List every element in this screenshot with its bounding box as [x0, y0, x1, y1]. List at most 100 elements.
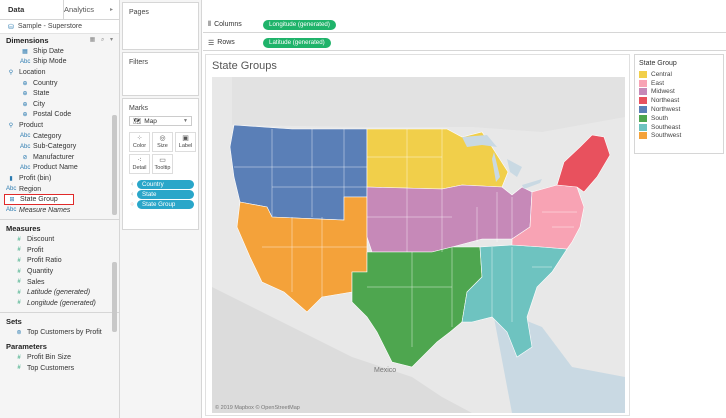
- detail-icon: ⁖: [130, 191, 134, 198]
- tab-data[interactable]: Data: [0, 0, 64, 19]
- detail-icon: ⁖: [137, 157, 142, 164]
- legend-label: South: [651, 114, 668, 122]
- field-city[interactable]: ⊕ City: [0, 99, 119, 110]
- field-country[interactable]: ⊕ Country: [0, 78, 119, 89]
- rows-label: ☰ Rows: [203, 39, 263, 47]
- dimensions-title: Dimensions: [6, 35, 49, 45]
- field-profit-ratio[interactable]: # Profit Ratio: [0, 256, 119, 267]
- chevron-down-icon: ▼: [183, 118, 188, 124]
- us-map[interactable]: [212, 77, 625, 413]
- field-measure-names[interactable]: Abc Measure Names: [0, 205, 119, 216]
- dimensions-list: ▦ Ship Date Abc Ship Mode ⚲ Location ⊕ Country ⊕…: [0, 46, 119, 216]
- field-product[interactable]: ⚲ Product: [0, 120, 119, 131]
- data-source[interactable]: ⛁ Sample - Superstore: [0, 20, 119, 34]
- data-source-label: Sample - Superstore: [17, 23, 83, 30]
- field-profit-bin[interactable]: ▮ Profit (bin): [0, 173, 119, 184]
- field-sales[interactable]: # Sales: [0, 277, 119, 288]
- legend-swatch: [639, 70, 647, 78]
- legend-item-northwest[interactable]: Northwest: [635, 105, 723, 114]
- field-top-customers[interactable]: # Top Customers: [0, 363, 119, 374]
- map-icon: 🗺: [133, 118, 142, 125]
- field-ship-date[interactable]: ▦ Ship Date: [0, 46, 119, 57]
- pages-card[interactable]: Pages: [122, 2, 199, 50]
- hierarchy-icon: ⚲: [8, 122, 14, 129]
- field-latitude-generated[interactable]: # Latitude (generated): [0, 287, 119, 298]
- detail-button[interactable]: ⁖ Detail: [129, 154, 150, 174]
- field-product-name[interactable]: Abc Product Name: [0, 163, 119, 174]
- legend-item-southeast[interactable]: Southeast: [635, 123, 723, 132]
- field-discount[interactable]: # Discount: [0, 235, 119, 246]
- abc-icon: Abc: [20, 58, 31, 65]
- columns-shelf[interactable]: ⦀ Columns Longitude (generated): [203, 17, 726, 33]
- set-icon: ⊚: [16, 330, 22, 337]
- filters-card[interactable]: Filters: [122, 52, 199, 96]
- mark-pill-country[interactable]: ⁖ Country: [127, 180, 194, 189]
- legend-item-midwest[interactable]: Midwest: [635, 88, 723, 97]
- field-profit[interactable]: # Profit: [0, 245, 119, 256]
- field-ship-mode[interactable]: Abc Ship Mode: [0, 57, 119, 68]
- field-category[interactable]: Abc Category: [0, 131, 119, 142]
- database-icon: ⛁: [8, 23, 14, 31]
- field-label: Top Customers: [27, 364, 75, 372]
- mark-pill-state[interactable]: ⁖ State: [127, 190, 194, 199]
- measures-scrollbar[interactable]: [112, 262, 117, 332]
- state-group-pill[interactable]: State Group: [137, 200, 194, 209]
- longitude-pill[interactable]: Longitude (generated): [263, 19, 336, 30]
- globe-icon: ⊕: [22, 91, 28, 98]
- field-sub-category[interactable]: Abc Sub-Category: [0, 141, 119, 152]
- chevron-down-icon[interactable]: ▸: [110, 6, 113, 13]
- measures-title: Measures: [6, 224, 41, 233]
- latitude-pill[interactable]: Latitude (generated): [263, 37, 331, 48]
- sheet-title[interactable]: State Groups: [212, 60, 277, 72]
- map-credit[interactable]: © 2019 Mapbox © OpenStreetMap: [215, 405, 300, 411]
- abc-icon: Abc: [20, 164, 31, 171]
- mark-pill-state-group[interactable]: ⁘ State Group: [127, 200, 194, 209]
- field-region[interactable]: Abc Region: [0, 184, 119, 195]
- legend-item-southwest[interactable]: Southwest: [635, 132, 723, 141]
- marks-title: Marks: [129, 105, 149, 112]
- country-pill[interactable]: Country: [137, 180, 194, 189]
- field-label: City: [33, 100, 46, 108]
- field-state-group[interactable]: ⊞ State Group: [4, 194, 74, 205]
- field-profit-bin-size[interactable]: # Profit Bin Size: [0, 352, 119, 363]
- abc-icon: Abc: [20, 143, 31, 150]
- label-button[interactable]: ▣ Label: [175, 132, 196, 152]
- mark-type-select[interactable]: 🗺 Map ▼: [129, 116, 192, 126]
- tab-analytics-label: Analytics: [64, 5, 95, 14]
- tab-analytics[interactable]: Analytics ▸: [64, 0, 119, 19]
- color-button-label: Color: [132, 143, 147, 149]
- color-button[interactable]: ⁘ Color: [129, 132, 150, 152]
- size-button[interactable]: ◎ Size: [152, 132, 173, 152]
- field-quantity[interactable]: # Quantity: [0, 266, 119, 277]
- field-postal-code[interactable]: ⊕ Postal Code: [0, 110, 119, 121]
- abc-icon: Abc: [6, 186, 17, 193]
- field-top-customers-by-profit[interactable]: ⊚ Top Customers by Profit: [0, 328, 119, 339]
- field-manufacturer[interactable]: ⊘ Manufacturer: [0, 152, 119, 163]
- legend-swatch: [639, 114, 647, 122]
- mark-buttons: ⁘ Color ◎ Size ▣ Label ⁖ Detail ▭ Tooltip: [123, 130, 198, 176]
- dimensions-scrollbar[interactable]: [112, 115, 117, 215]
- longitude-pill-label: Longitude (generated): [269, 21, 330, 28]
- field-label: Product: [19, 121, 44, 129]
- worksheet-view: State Groups Mexico © 2019 Mapbox © Open…: [205, 54, 630, 416]
- mark-type-label: Map: [144, 117, 157, 125]
- map-view[interactable]: Mexico © 2019 Mapbox © OpenStreetMap: [212, 77, 625, 413]
- field-longitude-generated[interactable]: # Longitude (generated): [0, 298, 119, 309]
- field-label: Category: [33, 132, 62, 140]
- parameters-header: Parameters: [0, 340, 119, 352]
- field-location[interactable]: ⚲ Location: [0, 67, 119, 78]
- sets-list: ⊚ Top Customers by Profit: [0, 328, 119, 339]
- search-icon[interactable]: ▦ ⌕ ▾: [90, 36, 115, 44]
- pill-label: State Group: [142, 201, 176, 208]
- state-pill[interactable]: State: [137, 190, 194, 199]
- pill-label: Country: [142, 181, 164, 188]
- field-label: Sales: [27, 278, 45, 286]
- legend-item-east[interactable]: East: [635, 79, 723, 88]
- field-state[interactable]: ⊕ State: [0, 88, 119, 99]
- legend-item-northeast[interactable]: Northeast: [635, 96, 723, 105]
- rows-shelf[interactable]: ☰ Rows Latitude (generated): [203, 35, 726, 51]
- legend-item-central[interactable]: Central: [635, 70, 723, 79]
- tooltip-button[interactable]: ▭ Tooltip: [152, 154, 173, 174]
- legend-item-south[interactable]: South: [635, 114, 723, 123]
- number-icon: #: [17, 279, 21, 286]
